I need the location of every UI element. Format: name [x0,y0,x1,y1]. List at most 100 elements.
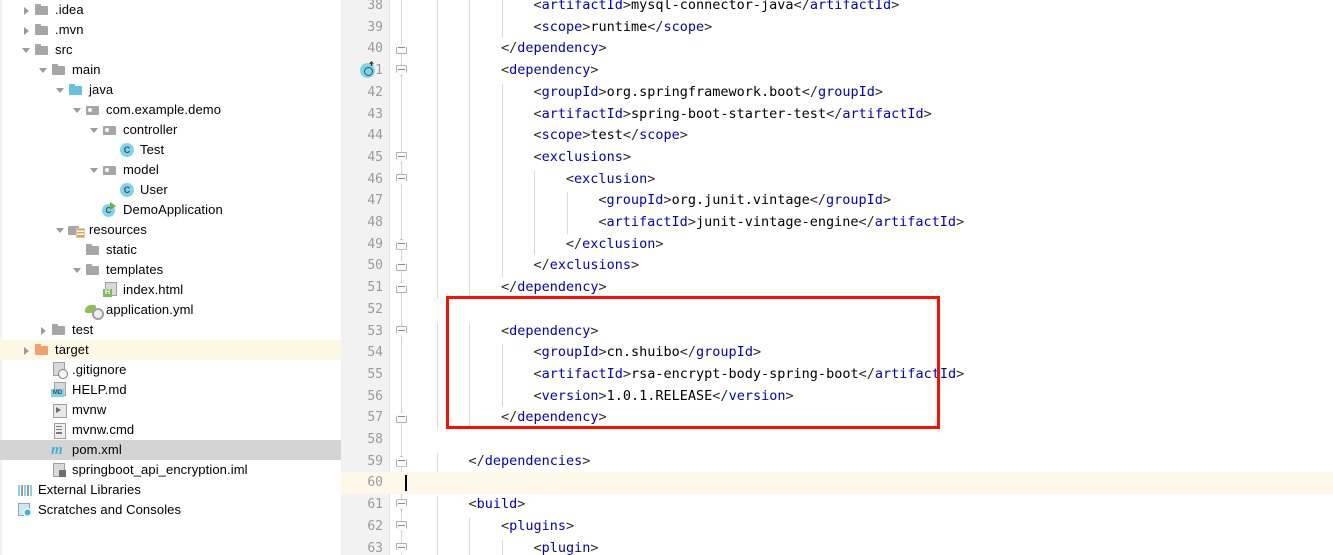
fold-marker-box [396,455,407,467]
project-tool-window[interactable]: .idea .mvn src main java com.example.demo cont… [0,0,341,555]
code-text: <version>1.0.1.RELEASE</version> [533,387,794,404]
fold-marker-open[interactable] [396,542,407,554]
project-tree[interactable]: .idea .mvn src main java com.example.demo cont… [0,0,341,520]
chevron-down-icon[interactable] [38,65,49,76]
tree-item-mvn[interactable]: .mvn [0,20,341,40]
code-line[interactable]: 54 <groupId>cn.shuibo</groupId> [341,342,1333,364]
code-line[interactable]: 39 <scope>runtime</scope> [341,17,1333,39]
tree-item-idea[interactable]: .idea [0,0,341,20]
code-line[interactable]: 43 <artifactId>spring-boot-starter-test</… [341,104,1333,126]
tree-item-label: springboot_api_encryption.iml [72,462,248,477]
tree-item-application-yml[interactable]: application.yml [0,300,341,320]
tree-item-test[interactable]: Test [0,140,341,160]
fold-minus-icon [398,242,405,244]
line-number: 47 [367,193,383,209]
fold-marker-close[interactable] [396,238,407,250]
chevron-right-icon[interactable] [38,325,49,336]
tree-item-test[interactable]: test [0,320,341,340]
chevron-right-icon[interactable] [21,345,32,356]
tree-item-demoapplication[interactable]: DemoApplication [0,200,341,220]
tree-item-pom-xml[interactable]: pom.xml [0,440,341,460]
fold-marker-open[interactable] [396,499,407,511]
tree-item-templates[interactable]: templates [0,260,341,280]
code-line[interactable]: 50 </exclusions> [341,255,1333,277]
code-line[interactable]: 56 <version>1.0.1.RELEASE</version> [341,386,1333,408]
chevron-down-icon[interactable] [55,85,66,96]
chevron-down-icon[interactable] [72,105,83,116]
tree-item-index-html[interactable]: index.html [0,280,341,300]
code-line[interactable]: 58 [341,429,1333,451]
code-line[interactable]: 62 <plugins> [341,516,1333,538]
line-number: 49 [367,236,383,252]
tree-item-mvnw-cmd[interactable]: mvnw.cmd [0,420,341,440]
fold-minus-icon [398,47,405,49]
fold-marker-open[interactable] [396,65,407,77]
code-line[interactable]: 40 </dependency> [341,38,1333,60]
fold-marker-close[interactable] [396,282,407,294]
chevron-down-icon[interactable] [89,125,100,136]
tree-item-label: controller [123,122,178,137]
code-line[interactable]: 41 <dependency> [341,60,1333,82]
tree-arrow-placeholder [106,145,117,156]
tree-item-label: .gitignore [72,362,127,377]
code-line[interactable]: 45 <exclusions> [341,147,1333,169]
code-line[interactable]: 46 <exclusion> [341,169,1333,191]
fold-marker-open[interactable] [396,520,407,532]
code-line[interactable]: 63 <plugin> [341,538,1333,555]
tree-arrow-placeholder [4,485,15,496]
tree-item-help-md[interactable]: HELP.md [0,380,341,400]
tree-item-target[interactable]: target [0,340,341,360]
chevron-down-icon[interactable] [89,165,100,176]
code-line[interactable]: 48 <artifactId>junit-vintage-engine</arti… [341,212,1333,234]
code-line[interactable]: 57 </dependency> [341,407,1333,429]
tree-item-controller[interactable]: controller [0,120,341,140]
tree-item-label: mvnw [72,402,107,417]
tree-item-gitignore[interactable]: .gitignore [0,360,341,380]
chevron-down-icon[interactable] [72,265,83,276]
fold-marker-open[interactable] [396,325,407,337]
tree-item-src[interactable]: src [0,40,341,60]
fold-marker-close[interactable] [396,455,407,467]
code-line[interactable]: 52 [341,299,1333,321]
tree-item-scratches-and-consoles[interactable]: Scratches and Consoles [0,500,341,520]
tree-item-user[interactable]: User [0,180,341,200]
code-line[interactable]: 42 <groupId>org.springframework.boot</gro… [341,82,1333,104]
fold-marker-close[interactable] [396,260,407,272]
chevron-down-icon[interactable] [21,45,32,56]
code-line[interactable]: 53 <dependency> [341,321,1333,343]
code-line[interactable]: 44 <scope>test</scope> [341,125,1333,147]
chevron-right-icon[interactable] [21,25,32,36]
tree-item-java[interactable]: java [0,80,341,100]
code-line[interactable]: 38 <artifactId>mysql-connector-java</arti… [341,0,1333,17]
maven-dependency-icon[interactable] [360,63,375,79]
tree-item-external-libraries[interactable]: External Libraries [0,480,341,500]
code-line[interactable]: 51 </dependency> [341,277,1333,299]
code-editor[interactable]: 38 <artifactId>mysql-connector-java</arti… [341,0,1333,555]
fold-marker-close[interactable] [396,412,407,424]
tree-item-main[interactable]: main [0,60,341,80]
code-line[interactable]: 59 </dependencies> [341,451,1333,473]
code-line[interactable]: 60 [341,472,1333,495]
fold-marker-box [396,520,407,532]
fold-marker-open[interactable] [396,173,407,185]
fold-marker-open[interactable] [396,151,407,163]
code-line[interactable]: 55 <artifactId>rsa-encrypt-body-spring-bo… [341,364,1333,386]
indent-guide [469,322,471,429]
tree-item-label: src [55,42,73,57]
chevron-down-icon[interactable] [55,225,66,236]
code-line[interactable]: 47 <groupId>org.junit.vintage</groupId> [341,190,1333,212]
fold-marker-box [396,542,407,554]
tree-arrow-placeholder [4,505,15,516]
markdown-file-icon [51,382,67,398]
tree-item-static[interactable]: static [0,240,341,260]
tree-item-model[interactable]: model [0,160,341,180]
line-number: 61 [367,497,383,513]
chevron-right-icon[interactable] [21,5,32,16]
fold-marker-close[interactable] [396,43,407,55]
tree-item-resources[interactable]: resources [0,220,341,240]
tree-item-mvnw[interactable]: mvnw [0,400,341,420]
tree-item-springboot-api-encryption-iml[interactable]: springboot_api_encryption.iml [0,460,341,480]
tree-item-com-example-demo[interactable]: com.example.demo [0,100,341,120]
code-line[interactable]: 61 <build> [341,494,1333,516]
code-line[interactable]: 49 </exclusion> [341,234,1333,256]
